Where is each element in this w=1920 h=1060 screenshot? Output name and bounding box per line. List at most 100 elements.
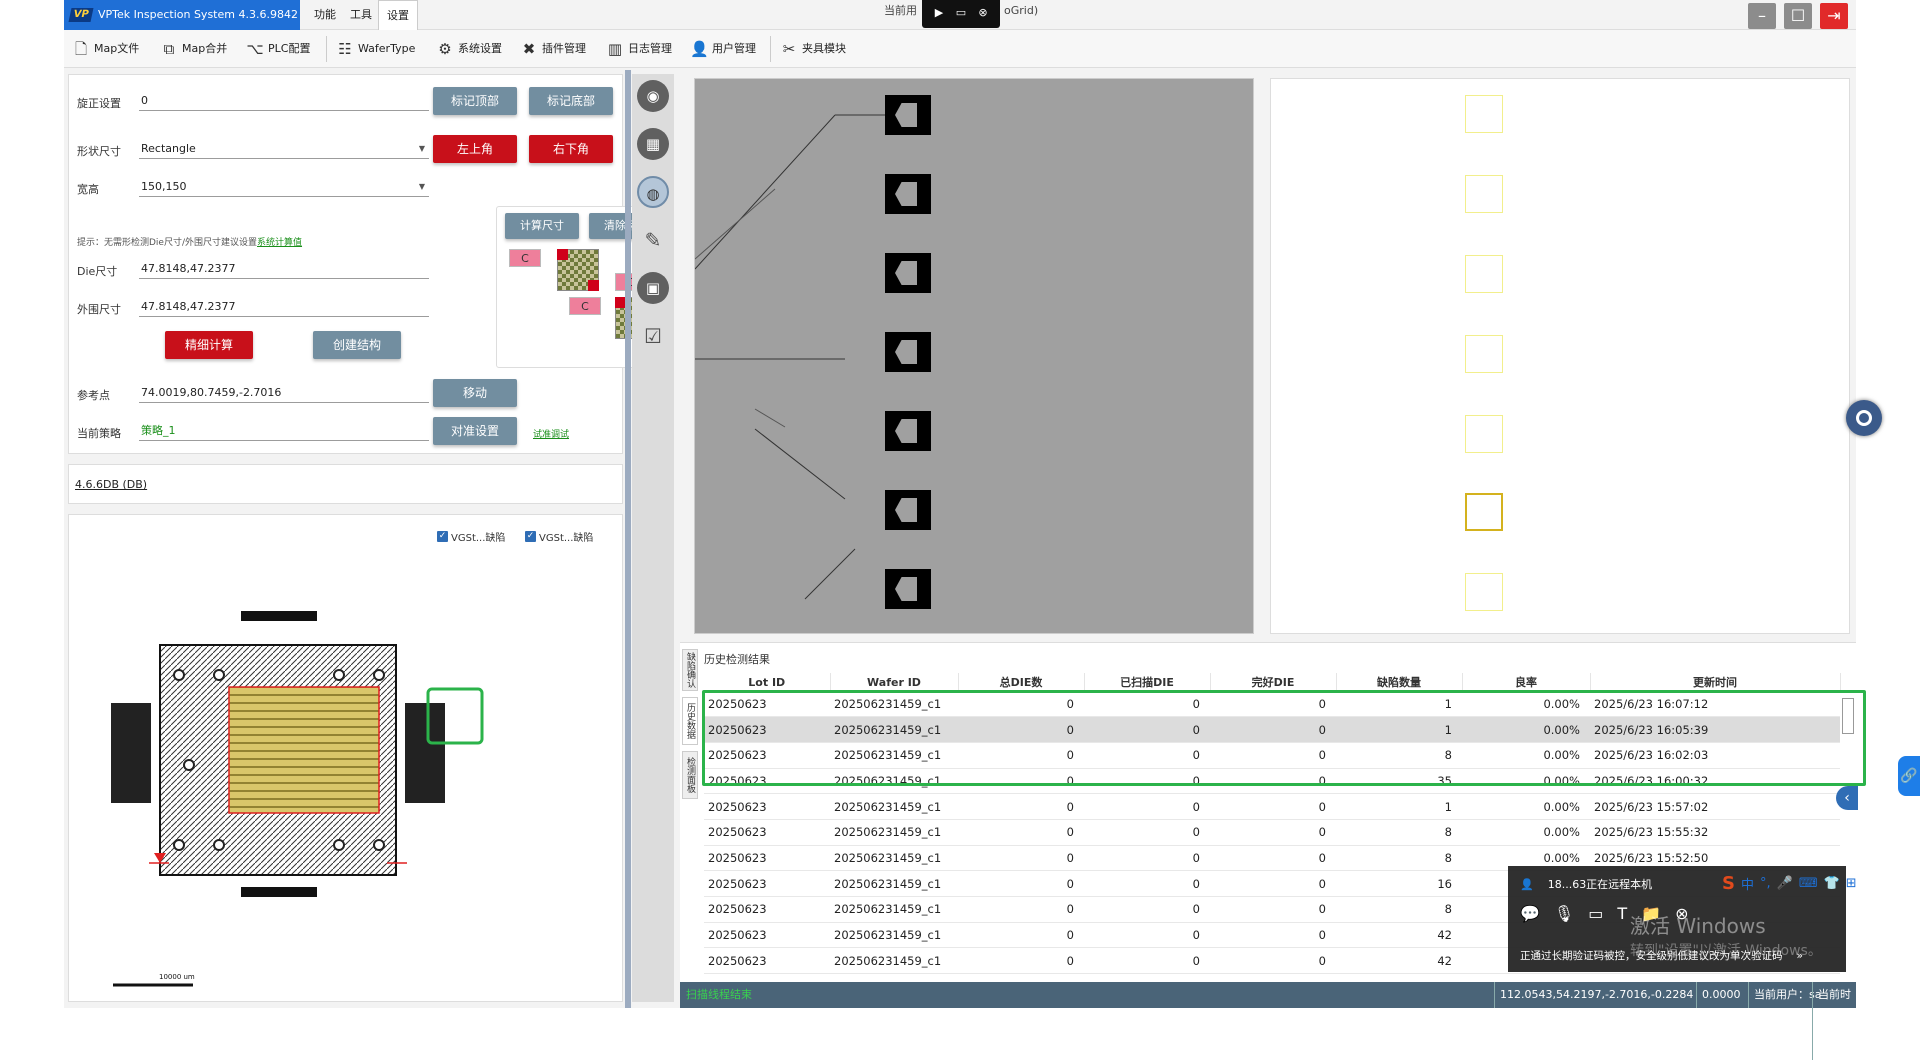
column-header[interactable]: 更新时间 (1590, 673, 1841, 691)
wafer-map-view[interactable]: ✓ VGSt...缺陷 ✓ VGSt...缺陷 10000 um (68, 514, 623, 1002)
punctuation-icon[interactable]: °, (1760, 876, 1771, 891)
table-cell: 0 (1084, 896, 1210, 923)
column-header[interactable]: 缺陷数量 (1336, 673, 1463, 691)
table-cell: 0 (1210, 819, 1336, 846)
table-cell: 0 (958, 896, 1084, 923)
defect-overlay-pane[interactable] (1270, 78, 1850, 634)
remote-screen-icon[interactable]: ▭ (954, 6, 968, 20)
menu-settings[interactable]: 设置 (378, 0, 418, 30)
camera-icon[interactable]: ▭ (1588, 904, 1603, 923)
main-toolbar: 🗋 Map文件 ⧉ Map合并 ⌥ PLC配置 ☷ WaferType ⚙ 系统设置 ✖ 插… (64, 30, 1856, 68)
toolbar-plugin-manager[interactable]: ✖ 插件管理 (520, 38, 586, 60)
strategy-value[interactable]: 策略_1 (139, 421, 429, 441)
shape-select[interactable]: Rectangle ▼ (139, 139, 429, 159)
ime-toolbar: S 中 °, 🎤 ⌨ 👕 ⊞ (1722, 870, 1920, 896)
chevron-down-icon: ▼ (418, 182, 425, 191)
app-title: VP VPTek Inspection System 4.3.6.9842 (64, 0, 300, 30)
image-icon[interactable]: ▣ (637, 272, 669, 304)
wafer-grid-icon[interactable]: ▦ (637, 128, 669, 160)
bottom-right-button[interactable]: 右下角 (529, 135, 613, 163)
create-structure-button[interactable]: 创建结构 (313, 331, 401, 359)
align-settings-button[interactable]: 对准设置 (433, 417, 517, 445)
rotation-input[interactable]: 0 (139, 91, 429, 111)
menu-function[interactable]: 功能 (306, 0, 344, 30)
list-icon: ☷ (338, 40, 352, 58)
toolbar-user-manager[interactable]: 👤 用户管理 (690, 38, 756, 60)
column-header[interactable]: 完好DIE (1210, 673, 1337, 691)
status-user: 当前用户：sa (1748, 982, 1821, 1008)
bond-pad (885, 411, 931, 451)
ref-point-input[interactable]: 74.0019,80.7459,-2.7016 (139, 383, 429, 403)
column-header[interactable]: Lot ID (704, 673, 831, 691)
rotation-label: 旋正设置 (77, 97, 121, 110)
menu-tools[interactable]: 工具 (342, 0, 380, 30)
move-button[interactable]: 移动 (433, 379, 517, 407)
tab-history-data[interactable]: 历史数据 (682, 697, 698, 745)
tune-link[interactable]: 试准调试 (533, 427, 569, 440)
panel-splitter[interactable] (625, 70, 631, 1008)
remote-close-icon[interactable]: ⊗ (976, 6, 990, 20)
table-cell: 0 (1084, 922, 1210, 949)
die-size-input[interactable]: 47.8148,47.2377 (139, 259, 429, 279)
fixture-icon: ✂ (782, 40, 796, 58)
outer-size-input[interactable]: 47.8148,47.2377 (139, 297, 429, 317)
column-header[interactable]: 良率 (1462, 673, 1591, 691)
maximize-button[interactable]: ☐ (1784, 3, 1812, 29)
column-header[interactable]: Wafer ID (830, 673, 959, 691)
remote-pointer-icon[interactable]: ▶ (932, 6, 946, 20)
tab-defect-confirm[interactable]: 缺陷确认 (682, 649, 698, 691)
fine-calc-button[interactable]: 精细计算 (165, 331, 253, 359)
mark-bottom-button[interactable]: 标记底部 (529, 87, 613, 115)
toolbar-wafertype[interactable]: ☷ WaferType (336, 38, 415, 60)
toolbar-log-manager[interactable]: ▥ 日志管理 (606, 38, 672, 60)
grid-icon[interactable]: ⊞ (1846, 876, 1857, 891)
column-header[interactable]: 总DIE数 (958, 673, 1085, 691)
text-icon[interactable]: T (1617, 904, 1627, 923)
minimize-button[interactable]: – (1748, 3, 1776, 29)
toolbar-label: WaferType (358, 42, 416, 55)
chat-icon[interactable]: 💬 (1520, 904, 1540, 923)
table-header: Lot ID Wafer ID 总DIE数 已扫描DIE 完好DIE 缺陷数量 良率 更新时间 (704, 673, 1841, 691)
microphone-icon[interactable]: 🎤 (1777, 876, 1793, 891)
ime-language[interactable]: 中 (1741, 874, 1754, 893)
gear-icon: ⚙ (438, 40, 452, 58)
checklist-icon[interactable]: ☑ (637, 320, 669, 352)
table-row[interactable]: 20250623 202506231459_c1 0 0 0 1 0.00% 2025/6/2… (704, 793, 1840, 820)
column-header[interactable]: 已扫描DIE (1084, 673, 1211, 691)
keyboard-icon[interactable]: ⌨ (1799, 876, 1818, 891)
app-logo-icon: VP (68, 8, 94, 22)
collapse-chevron-icon[interactable]: ‹ (1836, 786, 1858, 810)
bond-pad (885, 490, 931, 530)
top-left-button[interactable]: 左上角 (433, 135, 517, 163)
toolbar-map-merge[interactable]: ⧉ Map合并 (160, 38, 228, 60)
microphone-icon[interactable]: 🎙 (1554, 904, 1574, 923)
tab-inspection-panel[interactable]: 检测面板 (682, 751, 698, 799)
table-cell: 20250623 (704, 819, 830, 846)
mark-top-button[interactable]: 标记顶部 (433, 87, 517, 115)
scale-bar-label: 10000 um (159, 973, 195, 981)
size-select[interactable]: 150,150 ▼ (139, 177, 429, 197)
table-cell: 0.00% (1462, 819, 1590, 846)
toolbar-plc-config[interactable]: ⌥ PLC配置 (246, 38, 310, 60)
table-cell: 20250623 (704, 947, 830, 975)
shape-value: Rectangle (141, 142, 196, 155)
db-link[interactable]: 4.6.6DB (DB) (75, 478, 147, 491)
toolbar-system-settings[interactable]: ⚙ 系统设置 (436, 38, 502, 60)
toolbar-fixture-module[interactable]: ✂ 夹具模块 (780, 38, 846, 60)
wafer-map-icon[interactable]: ◍ (637, 176, 669, 208)
link-icon[interactable]: 🔗 (1898, 756, 1920, 796)
table-cell: 8 (1336, 845, 1462, 872)
exit-button[interactable]: ⇥ (1820, 3, 1848, 29)
skin-icon[interactable]: 👕 (1824, 876, 1840, 891)
table-row[interactable]: 20250623 202506231459_c1 0 0 0 8 0.00% 2025/6/2… (704, 819, 1840, 846)
floating-assistant-icon[interactable] (1846, 400, 1882, 436)
calc-size-button[interactable]: 计算尺寸 (505, 213, 579, 239)
camera-icon[interactable]: ◉ (637, 80, 669, 112)
toolbar-map-file[interactable]: 🗋 Map文件 (72, 38, 139, 60)
status-time: 当前时间：16:13:28 (1812, 982, 1867, 1060)
ref-point-label: 参考点 (77, 389, 110, 402)
table-cell: 202506231459_c1 (830, 922, 958, 949)
ruler-tools-icon[interactable]: ✎ (637, 224, 669, 256)
hint-link[interactable]: 系统计算值 (257, 238, 302, 248)
camera-image-pane[interactable] (694, 78, 1254, 634)
